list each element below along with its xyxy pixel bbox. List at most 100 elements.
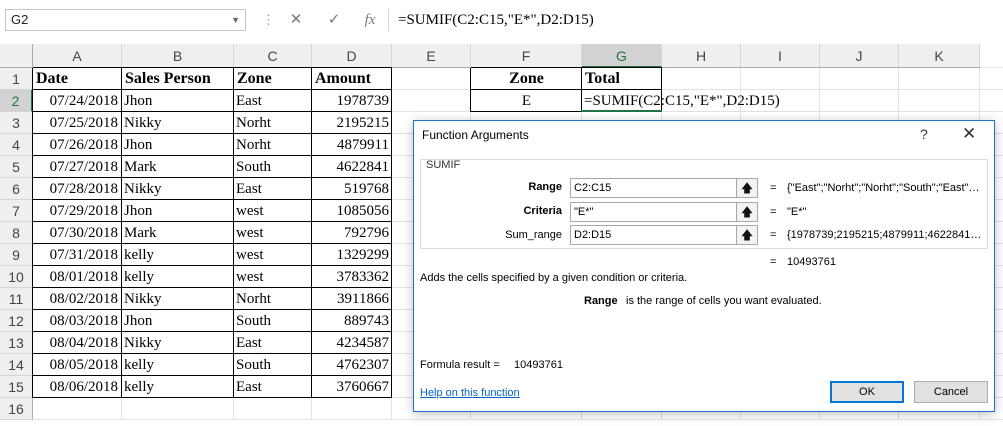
- column-header-e[interactable]: E: [392, 44, 471, 68]
- name-box[interactable]: G2 ▼: [5, 9, 246, 31]
- zone-cell[interactable]: west: [236, 244, 264, 266]
- header-cell-amount[interactable]: Amount: [315, 68, 389, 90]
- select-all-corner[interactable]: [0, 44, 33, 68]
- row-header-6[interactable]: 6: [0, 178, 33, 200]
- amount-cell[interactable]: 519768: [312, 178, 389, 200]
- date-cell[interactable]: 07/30/2018: [33, 222, 118, 244]
- column-header-f[interactable]: F: [471, 44, 582, 68]
- zone-cell[interactable]: Norht: [236, 112, 271, 134]
- formula-input[interactable]: =SUMIF(C2:C15,"E*",D2:D15): [398, 9, 594, 31]
- zone-cell[interactable]: Norht: [236, 288, 271, 310]
- cancel-button[interactable]: Cancel: [914, 381, 988, 403]
- zone-cell[interactable]: west: [236, 200, 264, 222]
- column-header-g[interactable]: G: [582, 44, 662, 68]
- row-header-1[interactable]: 1: [0, 68, 33, 90]
- date-cell[interactable]: 08/03/2018: [33, 310, 118, 332]
- chevron-down-icon[interactable]: ▼: [231, 10, 240, 30]
- zone-cell[interactable]: South: [236, 354, 271, 376]
- column-header-h[interactable]: H: [662, 44, 741, 68]
- sales-person-cell[interactable]: Mark: [124, 156, 157, 178]
- ok-button[interactable]: OK: [830, 381, 904, 403]
- amount-cell[interactable]: 1978739: [312, 90, 390, 112]
- formula-bar-grip[interactable]: ⋮: [262, 12, 275, 28]
- sales-person-cell[interactable]: kelly: [124, 266, 154, 288]
- zone-cell[interactable]: East: [236, 376, 262, 398]
- close-icon[interactable]: ✕: [962, 124, 976, 144]
- zone-cell[interactable]: South: [236, 156, 271, 178]
- row-header-15[interactable]: 15: [0, 376, 33, 398]
- insert-function-icon[interactable]: fx: [358, 9, 382, 31]
- column-header-c[interactable]: C: [234, 44, 312, 68]
- amount-cell[interactable]: 792796: [312, 222, 389, 244]
- row-header-7[interactable]: 7: [0, 200, 33, 222]
- amount-cell[interactable]: 4622841: [312, 156, 390, 178]
- zone-cell[interactable]: west: [236, 266, 264, 288]
- amount-cell[interactable]: 3760667: [312, 376, 390, 398]
- date-cell[interactable]: 08/06/2018: [33, 376, 118, 398]
- sales-person-cell[interactable]: kelly: [124, 354, 154, 376]
- collapse-dialog-icon[interactable]: 🡅: [736, 225, 758, 245]
- row-header-16[interactable]: 16: [0, 398, 33, 420]
- sales-person-cell[interactable]: kelly: [124, 244, 154, 266]
- sales-person-cell[interactable]: kelly: [124, 376, 154, 398]
- summary-zone-header[interactable]: Zone: [471, 68, 582, 90]
- sales-person-cell[interactable]: Nikky: [124, 112, 162, 134]
- help-link[interactable]: Help on this function: [420, 387, 520, 399]
- row-header-2[interactable]: 2: [0, 90, 33, 112]
- row-header-5[interactable]: 5: [0, 156, 33, 178]
- zone-cell[interactable]: South: [236, 310, 271, 332]
- amount-cell[interactable]: 3783362: [312, 266, 390, 288]
- row-header-3[interactable]: 3: [0, 112, 33, 134]
- summary-zone-value[interactable]: E: [471, 90, 582, 112]
- date-cell[interactable]: 08/01/2018: [33, 266, 118, 288]
- summary-total-header[interactable]: Total: [585, 68, 620, 90]
- date-cell[interactable]: 07/31/2018: [33, 244, 118, 266]
- column-header-d[interactable]: D: [312, 44, 392, 68]
- arg-sumrange-input[interactable]: D2:D15: [570, 225, 748, 245]
- row-header-10[interactable]: 10: [0, 266, 33, 288]
- amount-cell[interactable]: 2195215: [312, 112, 390, 134]
- amount-cell[interactable]: 4234587: [312, 332, 390, 354]
- collapse-dialog-icon[interactable]: 🡅: [736, 178, 758, 198]
- enter-check-icon[interactable]: ✓: [322, 9, 346, 31]
- zone-cell[interactable]: Norht: [236, 134, 271, 156]
- column-header-b[interactable]: B: [122, 44, 234, 68]
- summary-total-formula[interactable]: =SUMIF(C2:C15,"E*",D2:D15): [584, 90, 780, 112]
- row-header-13[interactable]: 13: [0, 332, 33, 354]
- sales-person-cell[interactable]: Jhon: [124, 200, 152, 222]
- arg-criteria-input[interactable]: "E*": [570, 202, 748, 222]
- column-header-i[interactable]: I: [741, 44, 820, 68]
- row-header-8[interactable]: 8: [0, 222, 33, 244]
- column-header-k[interactable]: K: [899, 44, 980, 68]
- date-cell[interactable]: 07/25/2018: [33, 112, 118, 134]
- row-header-11[interactable]: 11: [0, 288, 33, 310]
- sales-person-cell[interactable]: Nikky: [124, 178, 162, 200]
- date-cell[interactable]: 08/04/2018: [33, 332, 118, 354]
- header-cell-date[interactable]: Date: [36, 68, 119, 90]
- arg-range-input[interactable]: C2:C15: [570, 178, 748, 198]
- zone-cell[interactable]: East: [236, 332, 262, 354]
- cancel-icon[interactable]: ✕: [284, 9, 308, 31]
- row-header-4[interactable]: 4: [0, 134, 33, 156]
- amount-cell[interactable]: 4762307: [312, 354, 390, 376]
- sales-person-cell[interactable]: Nikky: [124, 332, 162, 354]
- amount-cell[interactable]: 4879911: [312, 134, 389, 156]
- amount-cell[interactable]: 1085056: [312, 200, 390, 222]
- row-header-9[interactable]: 9: [0, 244, 33, 266]
- sales-person-cell[interactable]: Nikky: [124, 288, 162, 310]
- amount-cell[interactable]: 1329299: [312, 244, 390, 266]
- date-cell[interactable]: 07/24/2018: [33, 90, 118, 112]
- row-header-12[interactable]: 12: [0, 310, 33, 332]
- sales-person-cell[interactable]: Jhon: [124, 310, 152, 332]
- header-cell-sales_person[interactable]: Sales Person: [125, 68, 231, 90]
- zone-cell[interactable]: west: [236, 222, 264, 244]
- date-cell[interactable]: 08/02/2018: [33, 288, 118, 310]
- collapse-dialog-icon[interactable]: 🡅: [736, 202, 758, 222]
- sales-person-cell[interactable]: Jhon: [124, 90, 152, 112]
- date-cell[interactable]: 07/27/2018: [33, 156, 118, 178]
- column-header-a[interactable]: A: [33, 44, 122, 68]
- row-header-14[interactable]: 14: [0, 354, 33, 376]
- header-cell-zone[interactable]: Zone: [237, 68, 309, 90]
- column-header-j[interactable]: J: [820, 44, 899, 68]
- amount-cell[interactable]: 3911866: [312, 288, 389, 310]
